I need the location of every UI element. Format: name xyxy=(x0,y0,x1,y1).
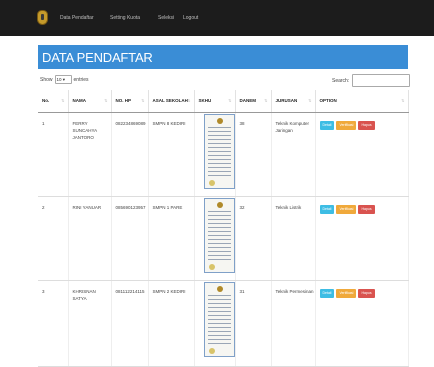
cell-danem: 38 xyxy=(235,112,272,197)
sort-arrows-icon: ⇅ xyxy=(141,98,145,103)
col-header-option[interactable]: OPTION ⇅ xyxy=(315,90,409,113)
nav-setting-kuota[interactable]: Setting Kuota xyxy=(110,15,140,21)
document-thumbnail-icon[interactable] xyxy=(203,197,235,273)
col-header-danem-label: DANEM xyxy=(239,98,257,104)
cell-option: Detail Verifikasi Hapus xyxy=(315,280,409,367)
cell-hp: 081112214115 xyxy=(111,280,149,367)
sort-arrows-icon: ⇅ xyxy=(61,98,65,103)
entries-length-control: Show 10 ▾ entries xyxy=(40,75,89,84)
cell-option: Detail Verifikasi Hapus xyxy=(315,112,409,197)
nav-logout[interactable]: Logout xyxy=(183,15,198,21)
nav-data-pendaftar[interactable]: Data Pendaftar xyxy=(60,15,94,21)
detail-button[interactable]: Detail xyxy=(319,120,335,130)
search-input[interactable] xyxy=(352,74,411,87)
cell-hp: 082234869089 xyxy=(111,112,149,197)
length-suffix: entries xyxy=(73,76,89,83)
col-header-option-label: OPTION xyxy=(319,98,337,104)
col-header-danem[interactable]: DANEM ⇅ xyxy=(235,90,272,113)
length-prefix: Show xyxy=(40,76,53,83)
search-label: Search: xyxy=(332,77,350,84)
verify-button[interactable]: Verifikasi xyxy=(336,288,357,298)
entries-select-value: 10 xyxy=(56,77,62,82)
top-navbar: Data Pendaftar Setting Kuota Seleksi Log… xyxy=(0,0,434,36)
cell-no: 2 xyxy=(38,196,69,281)
cell-option: Detail Verifikasi Hapus xyxy=(315,196,409,281)
sort-arrows-icon: ⇅ xyxy=(187,98,191,103)
document-thumbnail-icon[interactable] xyxy=(203,113,235,189)
delete-button[interactable]: Hapus xyxy=(358,288,375,298)
detail-button[interactable]: Detail xyxy=(319,288,335,298)
sort-arrows-icon: ⇅ xyxy=(401,98,405,103)
table-row: 1 FERRY SUNCAHYA JANTORO 082234869089 SM… xyxy=(38,112,409,197)
cell-danem: 31 xyxy=(235,280,272,367)
cell-danem: 32 xyxy=(235,196,272,281)
table-header-row: No. ⇅ NAMA ⇅ NO. HP ⇅ ASAL SEKOLAH ⇅ SKHU ⇅ D… xyxy=(38,90,409,113)
cell-sekolah: SMPN 2 KEDIRI xyxy=(148,280,195,367)
sort-arrows-icon: ⇅ xyxy=(264,98,268,103)
cell-nama: FERRY SUNCAHYA JANTORO xyxy=(68,112,112,197)
sort-arrows-icon: ⇅ xyxy=(308,98,312,103)
school-emblem-icon[interactable] xyxy=(37,10,48,25)
col-header-no[interactable]: No. ⇅ xyxy=(38,90,69,113)
panel-heading: DATA PENDAFTAR xyxy=(38,45,408,69)
pendaftar-table: No. ⇅ NAMA ⇅ NO. HP ⇅ ASAL SEKOLAH ⇅ SKHU ⇅ D… xyxy=(38,90,409,367)
cell-nama: RINI YANUAR xyxy=(68,196,112,281)
col-header-no-label: No. xyxy=(42,98,50,104)
entries-select[interactable]: 10 ▾ xyxy=(54,75,72,84)
cell-no: 3 xyxy=(38,280,69,367)
page-title: DATA PENDAFTAR xyxy=(42,50,153,65)
nav-seleksi[interactable]: Seleksi xyxy=(158,15,174,21)
col-header-jurusan[interactable]: JURUSAN ⇅ xyxy=(271,90,316,113)
col-header-hp-label: NO. HP xyxy=(115,98,132,104)
col-header-nama[interactable]: NAMA ⇅ xyxy=(68,90,112,113)
col-header-skhu-label: SKHU xyxy=(198,98,212,104)
cell-skhu xyxy=(194,112,236,197)
cell-nama: KHRISNAN SATYA xyxy=(68,280,112,367)
table-row: 3 KHRISNAN SATYA 081112214115 SMPN 2 KED… xyxy=(38,280,409,367)
cell-jurusan: Teknik Komputer Jaringan xyxy=(271,112,316,197)
cell-sekolah: SMPN 1 PARE xyxy=(148,196,195,281)
col-header-sekolah-label: ASAL SEKOLAH xyxy=(152,98,188,104)
verify-button[interactable]: Verifikasi xyxy=(336,204,357,214)
col-header-hp[interactable]: NO. HP ⇅ xyxy=(111,90,149,113)
search-control: Search: xyxy=(332,74,411,87)
verify-button[interactable]: Verifikasi xyxy=(336,120,357,130)
col-header-skhu[interactable]: SKHU ⇅ xyxy=(194,90,236,113)
table-row: 2 RINI YANUAR 085690123957 SMPN 1 PARE 3… xyxy=(38,196,409,281)
cell-skhu xyxy=(194,280,236,367)
cell-jurusan: Teknik Listrik xyxy=(271,196,316,281)
col-header-jurusan-label: JURUSAN xyxy=(275,98,298,104)
cell-hp: 085690123957 xyxy=(111,196,149,281)
sort-arrows-icon: ⇅ xyxy=(104,98,108,103)
detail-button[interactable]: Detail xyxy=(319,204,335,214)
cell-no: 1 xyxy=(38,112,69,197)
delete-button[interactable]: Hapus xyxy=(358,204,375,214)
col-header-nama-label: NAMA xyxy=(72,98,87,104)
document-thumbnail-icon[interactable] xyxy=(203,281,235,357)
cell-sekolah: SMPN 8 KEDIRI xyxy=(148,112,195,197)
cell-skhu xyxy=(194,196,236,281)
delete-button[interactable]: Hapus xyxy=(358,120,375,130)
sort-arrows-icon: ⇅ xyxy=(228,98,232,103)
cell-jurusan: Teknik Permesinan xyxy=(271,280,316,367)
col-header-sekolah[interactable]: ASAL SEKOLAH ⇅ xyxy=(148,90,195,113)
